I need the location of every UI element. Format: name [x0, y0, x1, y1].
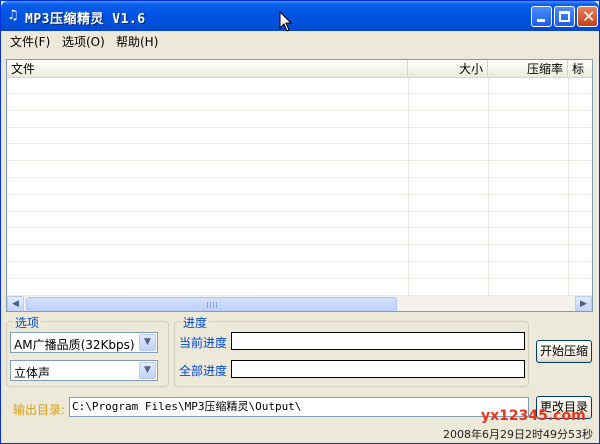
grip-icon: [207, 302, 217, 308]
list-row[interactable]: [7, 128, 592, 145]
list-row[interactable]: [7, 229, 592, 246]
output-dir-label: 输出目录:: [13, 403, 66, 417]
column-divider: [568, 78, 569, 296]
column-header-size[interactable]: 大小: [408, 60, 488, 78]
list-row[interactable]: [7, 263, 592, 279]
channel-select[interactable]: 立体声 ▼: [10, 360, 158, 381]
column-header-bitrate[interactable]: 标: [568, 60, 592, 78]
column-header-file[interactable]: 文件: [7, 60, 408, 78]
list-row[interactable]: [7, 95, 592, 111]
close-icon: ✕: [582, 7, 596, 26]
column-divider: [488, 78, 489, 296]
status-bar: 2008年6月29日2时49分53秒: [1, 423, 599, 443]
list-row[interactable]: [7, 112, 592, 128]
list-row[interactable]: [7, 212, 592, 229]
options-group: 选项 AM广播品质(32Kbps) ▼ 立体声 ▼: [6, 314, 169, 387]
scroll-right-button[interactable]: ▶: [575, 296, 592, 311]
minimize-icon: [537, 19, 545, 22]
total-progress-bar: [231, 360, 525, 378]
mouse-cursor-icon: [279, 11, 293, 32]
list-row[interactable]: [7, 179, 592, 195]
scroll-left-button[interactable]: ◀: [7, 296, 24, 311]
list-row[interactable]: [7, 162, 592, 178]
scroll-thumb[interactable]: [26, 297, 397, 311]
progress-group: 进度 当前进度 全部进度: [174, 314, 529, 387]
column-divider: [408, 78, 409, 296]
current-progress-bar: [231, 332, 525, 350]
music-note-icon[interactable]: ♫: [7, 9, 21, 23]
file-list[interactable]: 文件 大小 压缩率 标 ◀ ▶: [6, 59, 593, 312]
quality-select[interactable]: AM广播品质(32Kbps) ▼: [10, 332, 158, 353]
list-row[interactable]: [7, 78, 592, 94]
title-bar[interactable]: ♫ MP3压缩精灵 V1.6 ✕: [1, 1, 599, 31]
column-header-ratio[interactable]: 压缩率: [488, 60, 568, 78]
app-window: ♫ MP3压缩精灵 V1.6 ✕ 文件(F) 选项(O) 帮助(H) 文件 大小…: [0, 0, 600, 444]
list-row[interactable]: [7, 145, 592, 162]
close-button[interactable]: ✕: [577, 6, 598, 27]
maximize-button[interactable]: [554, 6, 575, 27]
watermark-text: yx12345.com: [481, 408, 586, 424]
start-compress-button[interactable]: 开始压缩: [536, 340, 592, 363]
chevron-down-icon[interactable]: ▼: [139, 334, 156, 351]
chevron-down-icon[interactable]: ▼: [139, 362, 156, 379]
list-row[interactable]: [7, 280, 592, 296]
maximize-icon: [559, 11, 570, 22]
quality-value: AM广播品质(32Kbps): [14, 338, 135, 352]
status-time: 2008年6月29日2时49分53秒: [443, 428, 593, 441]
window-title: MP3压缩精灵 V1.6: [25, 12, 146, 27]
list-grid: [7, 78, 592, 296]
list-row[interactable]: [7, 196, 592, 212]
current-progress-label: 当前进度: [179, 336, 228, 350]
menu-options[interactable]: 选项(O): [60, 33, 107, 50]
minimize-button[interactable]: [531, 6, 552, 27]
progress-group-title: 进度: [181, 314, 210, 331]
options-group-title: 选项: [13, 314, 42, 331]
menu-file[interactable]: 文件(F): [8, 33, 52, 50]
menu-help[interactable]: 帮助(H): [114, 33, 160, 50]
output-dir-field[interactable]: C:\Program Files\MP3压缩精灵\Output\: [69, 397, 529, 417]
list-row[interactable]: [7, 246, 592, 262]
channel-value: 立体声: [14, 366, 51, 380]
total-progress-label: 全部进度: [179, 364, 228, 378]
menu-bar: 文件(F) 选项(O) 帮助(H): [1, 31, 599, 51]
list-header: 文件 大小 压缩率 标: [7, 60, 592, 78]
horizontal-scrollbar[interactable]: ◀ ▶: [7, 296, 592, 311]
